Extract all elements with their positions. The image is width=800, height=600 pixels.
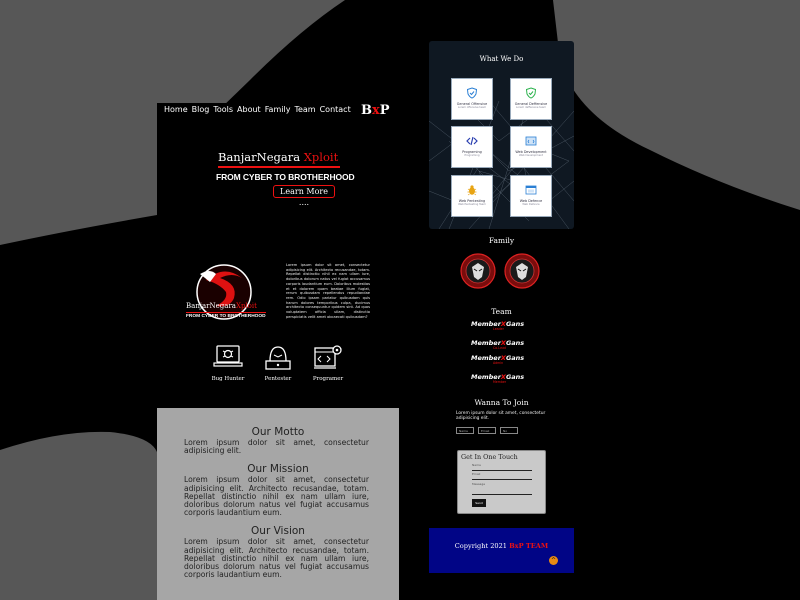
hero-title-accent: Xploit [303, 150, 339, 164]
join-name-input[interactable]: Nama [456, 427, 474, 434]
nav-team-link[interactable]: Team [294, 105, 315, 114]
skill-pentester: Pentester [260, 343, 296, 382]
contact-title: Get In One Touch [461, 453, 518, 461]
about-text: Lorem ipsum dolor sit amet, consectetur … [286, 263, 370, 319]
contact-email-field[interactable]: Email [472, 472, 532, 480]
vision-text: Lorem ipsum dolor sit amet, consectetur … [184, 537, 369, 580]
service-sub: Web Defence [522, 203, 540, 206]
join-phone-input[interactable]: No [500, 427, 518, 434]
skill-label: Bug Hunter [211, 376, 245, 382]
skill-programer: Programer [310, 343, 346, 382]
member-suffix: Gans [505, 339, 525, 347]
web-dev-icon [525, 136, 537, 146]
what-we-do-title: What We Do [479, 55, 524, 63]
logo-mark: x [372, 103, 380, 118]
contact-name-field[interactable]: Nama [472, 463, 532, 471]
nav-blog-link[interactable]: Blog [192, 105, 210, 114]
vision-title: Our Vision [251, 525, 305, 538]
team-member: MemberXGans Member [471, 373, 541, 387]
hero-title: BanjarNegara Xploit [218, 150, 338, 164]
join-text: Lorem ipsum dolor sit amet, consectetur … [456, 411, 546, 421]
shield-check-icon [466, 87, 478, 99]
logo-letter-b: B [361, 103, 372, 118]
copyright-text: Copyright 2021 [454, 542, 507, 550]
shield-check-icon [525, 87, 537, 99]
hero-underline [218, 166, 340, 168]
motto-panel: Our Motto Lorem ipsum dolor sit amet, co… [157, 408, 399, 600]
main-nav: Home Blog Tools About Family Team Contac… [164, 105, 351, 114]
logo-letter-p: P [379, 103, 390, 118]
scroll-top-icon[interactable]: ^ [549, 556, 558, 565]
browser-icon [525, 185, 537, 195]
footer: Copyright 2021 BxP TEAM ^ [429, 528, 574, 573]
service-sub: Web Pentesting Team [458, 203, 486, 206]
nav-tools-link[interactable]: Tools [213, 105, 233, 114]
skill-bug-hunter: Bug Hunter [210, 343, 246, 382]
learn-more-button[interactable]: Learn More .... [273, 185, 335, 207]
team-title: Team [491, 307, 512, 316]
hero-title-main: BanjarNegara [218, 150, 301, 164]
service-sub: Lorem deffensive team [516, 106, 546, 109]
member-suffix: Gans [505, 373, 525, 381]
nav-family-link[interactable]: Family [265, 105, 291, 114]
bug-icon [467, 185, 477, 196]
service-sub: Lorem offensive team [457, 106, 487, 109]
nav-contact-link[interactable]: Contact [320, 105, 351, 114]
member-suffix: Gans [505, 320, 525, 328]
family-badge-icon[interactable] [460, 253, 496, 289]
nav-about-link[interactable]: About [237, 105, 261, 114]
service-card-programing[interactable]: Programing Programing [451, 126, 493, 168]
service-card-web-defence[interactable]: Web Defence Web Defence [510, 175, 552, 217]
nav-home-link[interactable]: Home [164, 105, 188, 114]
about-logo-title: BanjarNegara [186, 302, 236, 310]
about-logo-subtitle: FROM CYBER TO BROTHERHOOD [186, 312, 266, 319]
footer-copyright: Copyright 2021 BxP TEAM [429, 542, 574, 550]
contact-send-button[interactable]: Send [472, 499, 486, 507]
service-sub: Programing [464, 154, 480, 157]
code-icon [466, 136, 478, 146]
service-card-offensive[interactable]: General Offensive Lorem offensive team [451, 78, 493, 120]
join-title: Wanna To Join [474, 398, 529, 407]
motto-title: Our Motto [251, 426, 305, 438]
code-gear-icon [314, 345, 342, 369]
skill-label: Programer [312, 376, 344, 382]
service-card-deffensive[interactable]: General Deffensive Lorem deffensive team [510, 78, 552, 120]
service-card-web-development[interactable]: Web Development Web Development [510, 126, 552, 168]
hacker-icon [265, 346, 291, 370]
service-sub: Web Development [519, 154, 543, 157]
motto-text: Lorem ipsum dolor sit amet, consectetur … [184, 438, 369, 456]
team-member: MemberXGans Admin [471, 354, 541, 368]
family-title: Family [488, 236, 515, 245]
bug-hunter-icon [213, 345, 243, 367]
skills-row: Bug Hunter Pentester Programer [210, 343, 346, 382]
skill-label: Pentester [264, 376, 292, 382]
mission-title: Our Mission [247, 463, 309, 476]
contact-message-field[interactable]: Message [472, 482, 532, 495]
brand-rest: P TEAM [518, 542, 549, 550]
background-shapes [0, 0, 800, 600]
join-email-input[interactable]: Email [478, 427, 496, 434]
about-logo: BanjarNegaraXploit FROM CYBER TO BROTHER… [186, 262, 266, 324]
service-card-web-pentesting[interactable]: Web Pentesting Web Pentesting Team [451, 175, 493, 217]
about-logo-accent: Xploit [235, 302, 257, 310]
hero-subtitle: FROM CYBER TO BROTHERHOOD [216, 172, 355, 182]
what-we-do-panel: What We Do General Offensive Lorem offen… [429, 41, 574, 229]
family-badge-icon[interactable] [504, 253, 540, 289]
mission-text: Lorem ipsum dolor sit amet, consectetur … [184, 475, 369, 518]
contact-card: Get In One Touch Nama Email Message Send [457, 450, 546, 514]
team-member: MemberXGans Co-Lead [471, 339, 541, 353]
team-member: MemberXGans Leader [471, 320, 541, 334]
site-logo[interactable]: BxP [361, 103, 390, 118]
member-suffix: Gans [505, 354, 525, 362]
